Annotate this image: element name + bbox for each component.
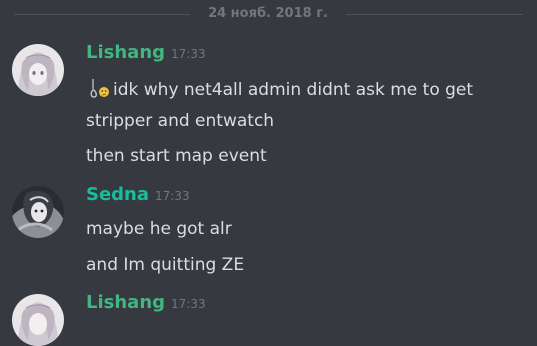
message-line: then start map event bbox=[86, 146, 267, 166]
timestamp: 17:33 bbox=[171, 297, 206, 311]
date-divider: 24 нояб. 2018 г. bbox=[0, 0, 537, 28]
author-line: Lishang 17:33 bbox=[86, 292, 206, 314]
message-group: Lishang 17:33 bbox=[0, 292, 537, 346]
avatar[interactable] bbox=[12, 294, 64, 346]
avatar[interactable] bbox=[12, 44, 64, 96]
message-group: Sedna 17:33 maybe he got alr and Im quitt… bbox=[0, 184, 537, 284]
avatar[interactable] bbox=[12, 186, 64, 238]
anime-avatar-icon bbox=[12, 44, 64, 96]
timestamp: 17:33 bbox=[155, 189, 190, 203]
message-group: Lishang 17:33 idk why net4all admin didnt… bbox=[0, 42, 537, 177]
author-line: Sedna 17:33 bbox=[86, 184, 190, 206]
divider-line-right bbox=[346, 14, 523, 15]
message-text: idk why net4all admin didnt ask me to ge… bbox=[86, 77, 473, 101]
message-line: maybe he got alr bbox=[86, 219, 232, 239]
message-line: stripper and entwatch bbox=[86, 111, 275, 131]
divider-line-left bbox=[14, 14, 190, 15]
anime-avatar-icon bbox=[12, 186, 64, 238]
author-name[interactable]: Sedna bbox=[86, 184, 149, 205]
message-line: idk why net4all admin didnt ask me to ge… bbox=[113, 80, 474, 100]
author-name[interactable]: Lishang bbox=[86, 42, 165, 63]
divider-date: 24 нояб. 2018 г. bbox=[208, 6, 328, 21]
sweat-drop-icon bbox=[86, 77, 112, 99]
anime-avatar-icon bbox=[12, 294, 64, 346]
author-line: Lishang 17:33 bbox=[86, 42, 206, 64]
message-line: and Im quitting ZE bbox=[86, 255, 245, 275]
timestamp: 17:33 bbox=[171, 47, 206, 61]
author-name[interactable]: Lishang bbox=[86, 292, 165, 313]
